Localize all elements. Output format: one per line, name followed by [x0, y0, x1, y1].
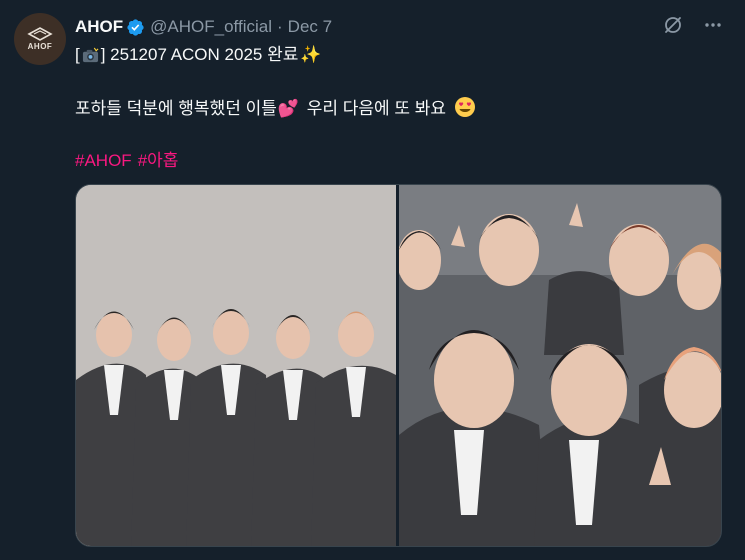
- heart-eyes-icon: [454, 97, 475, 117]
- two-hearts-icon: 💕: [277, 99, 300, 118]
- tweet-header: AHOF @AHOF_official · Dec 7: [75, 16, 332, 38]
- tweet-line-1: [ ] 251207 ACON 2025 완료 ✨: [75, 44, 725, 66]
- hashtag-link[interactable]: #AHOF: [75, 151, 132, 170]
- handle[interactable]: @AHOF_official: [150, 16, 272, 38]
- display-name[interactable]: AHOF: [75, 16, 123, 38]
- camera-flash-icon: [82, 47, 99, 62]
- tweet-line-2-text-after: 우리 다음에 또 봐요: [302, 99, 447, 118]
- tweet-line-2: 포하들 덕분에 행복했던 이틀💕 우리 다음에 또 봐요: [75, 96, 725, 120]
- avatar[interactable]: AHOF: [14, 13, 66, 65]
- tweet-line-2-text: 포하들 덕분에 행복했던 이틀: [75, 99, 277, 118]
- group-photo-five-members[interactable]: [76, 185, 396, 546]
- tweet-line-1-text: ] 251207 ACON 2025 완료: [100, 45, 299, 64]
- tweet-date[interactable]: Dec 7: [288, 16, 332, 38]
- tweet: AHOF AHOF @AHOF_official · Dec 7 [] 251…: [0, 0, 745, 560]
- group-selfie-illustration: [399, 185, 721, 546]
- sparkles-icon: ✨: [300, 45, 322, 64]
- more-icon[interactable]: [703, 15, 723, 35]
- tweet-text: [ ] 251207 ACON 2025 완료 ✨ 포하들 덕분에 행복했던 이…: [75, 44, 725, 172]
- hashtag-link[interactable]: #아홉: [138, 151, 179, 170]
- avatar-text: AHOF: [27, 42, 53, 51]
- group-selfie-members[interactable]: [399, 185, 721, 546]
- group-photo-illustration: [76, 185, 396, 546]
- bracket-open: [: [75, 45, 80, 64]
- ahof-logo-icon: [27, 27, 53, 41]
- header-actions: [663, 15, 723, 35]
- media-grid: [75, 184, 722, 547]
- hashtags: #AHOF #아홉: [75, 150, 725, 172]
- separator-dot: ·: [277, 17, 283, 36]
- grok-icon[interactable]: [663, 15, 683, 35]
- verified-badge-icon[interactable]: [126, 18, 145, 37]
